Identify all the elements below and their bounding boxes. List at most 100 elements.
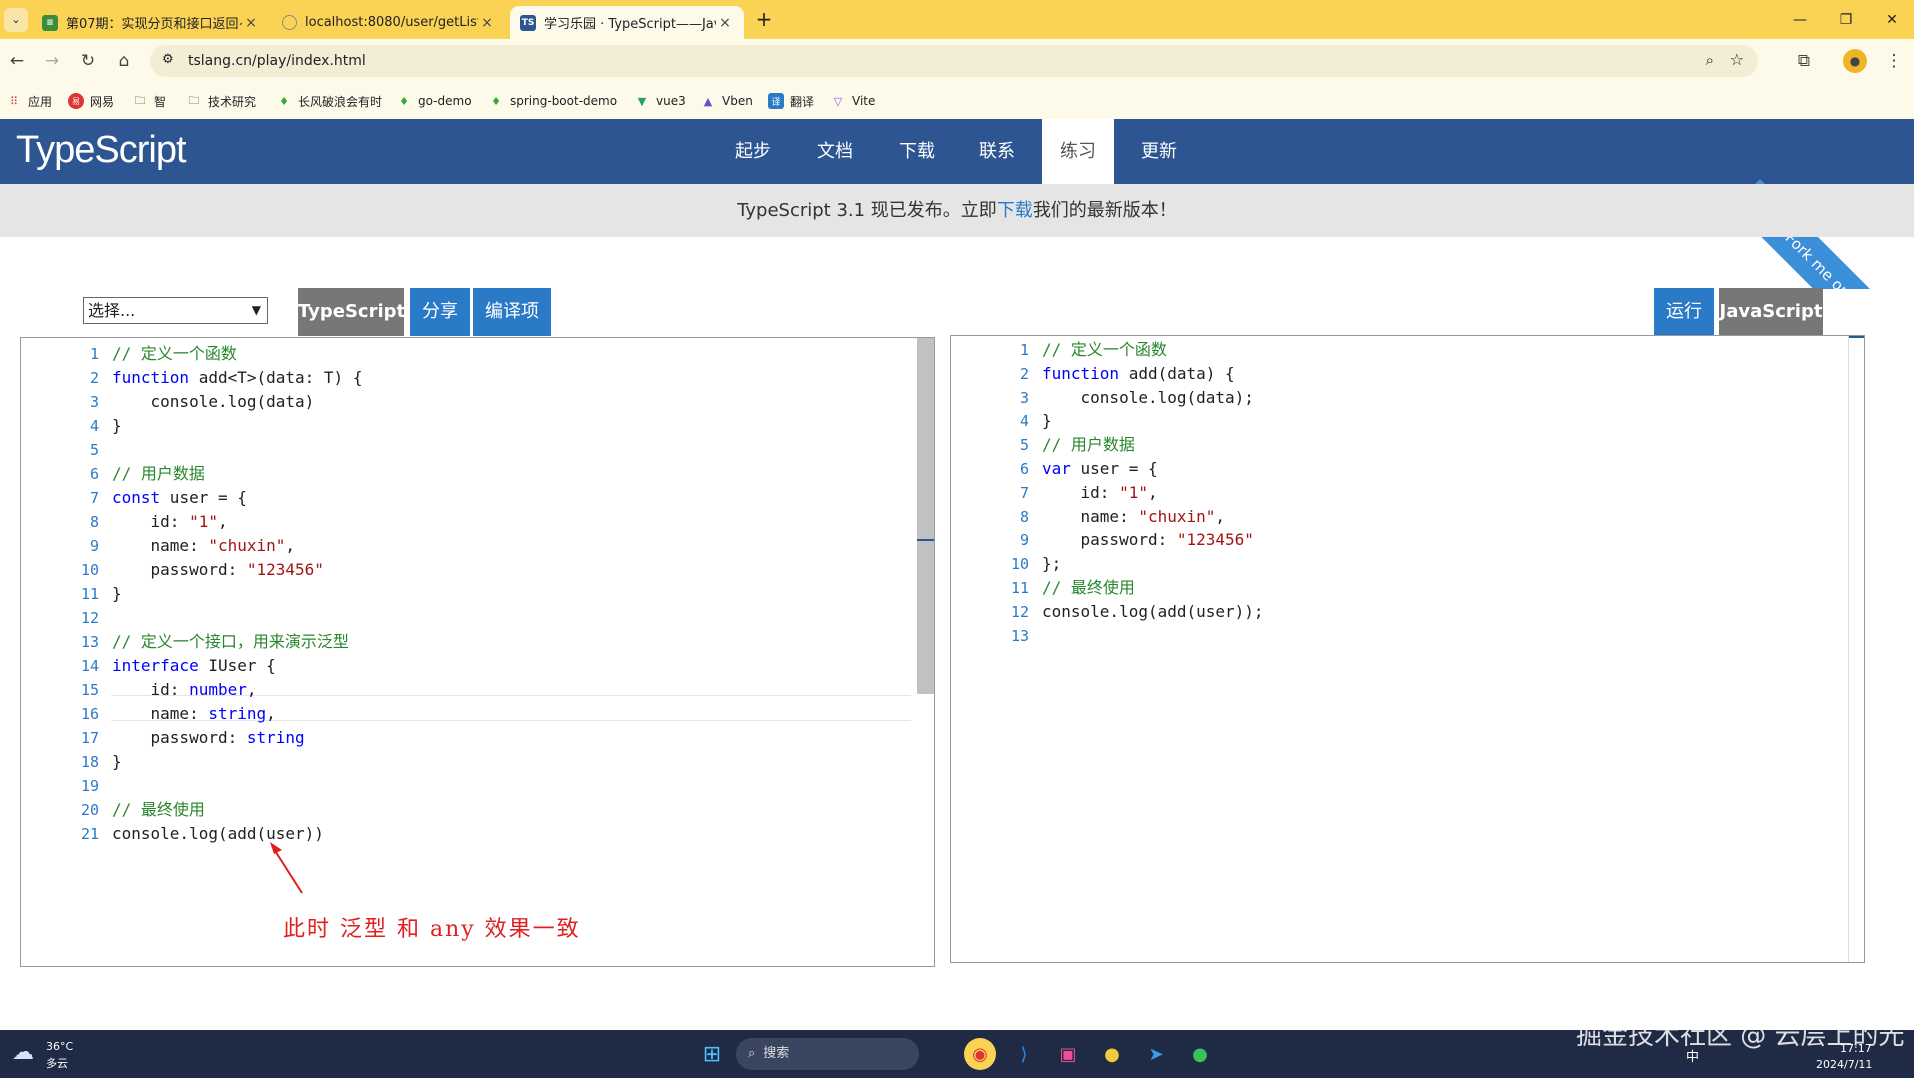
code-line: } <box>112 416 122 435</box>
scroll-marker <box>1849 336 1864 338</box>
bookmark-vben[interactable]: ▲ Vben <box>700 91 753 111</box>
vscode-icon[interactable]: ⟩ <box>1008 1038 1040 1070</box>
line-number: 8 <box>1019 507 1029 526</box>
weather-widget[interactable]: ☁ 36°C 多云 <box>12 1038 92 1070</box>
code-line: name: "chuxin", <box>1042 506 1226 526</box>
tab-3-active[interactable]: TS 学习乐园 · TypeScript——Java × <box>510 6 744 39</box>
download-link[interactable]: 下载 <box>997 200 1033 221</box>
bookmark-changfeng[interactable]: ♦ 长风破浪会有时 <box>276 91 382 111</box>
line-number: 3 <box>1019 388 1029 407</box>
bookmarks-bar: ⠿ 应用 易网易 🗀 智 🗀 技术研究 ♦ 长风破浪会有时 ♦ go-demo ♦ spri… <box>0 83 1914 119</box>
menu-icon[interactable]: ⋮ <box>1882 49 1906 73</box>
code-line: // 定义一个接口，用来演示泛型 <box>112 632 349 651</box>
line-number: 6 <box>1019 460 1029 478</box>
typescript-button[interactable]: TypeScript <box>298 288 405 336</box>
line-number: 11 <box>80 585 99 603</box>
bookmark-translate[interactable]: 译翻译 <box>768 91 814 111</box>
run-button[interactable]: 运行 <box>1654 288 1714 336</box>
minimize-button[interactable]: — <box>1780 8 1820 32</box>
example-select-value: 选择... <box>88 301 136 320</box>
nav-getting-started[interactable]: 起步 <box>718 119 788 184</box>
restore-button[interactable]: ❐ <box>1826 8 1866 32</box>
typescript-editor[interactable]: 1 2 3 4 5 6 7 8 9 10 11 12 13 14 15 16 17 18 19 20 21 // 定义一… <box>20 337 935 967</box>
taskbar-search[interactable]: ⌕ 搜索 <box>736 1038 919 1070</box>
line-number: 18 <box>80 753 99 771</box>
line-number: 20 <box>80 801 99 819</box>
site-info-icon[interactable]: ⚙ <box>162 52 174 67</box>
profile-avatar[interactable]: ● <box>1843 49 1867 73</box>
tab-list-button[interactable]: ⌄ <box>4 8 28 32</box>
reload-icon[interactable]: ↻ <box>76 49 100 73</box>
code-line: // 最终使用 <box>1042 578 1135 597</box>
annotation-text: 此时 泛型 和 any 效果一致 <box>283 917 581 942</box>
line-number: 5 <box>89 441 99 459</box>
close-tab-icon[interactable]: × <box>242 15 260 31</box>
tab-1[interactable]: ≡ 第07期：实现分页和接口返回~ × <box>32 6 270 39</box>
close-tab-icon[interactable]: × <box>716 15 734 31</box>
extensions-icon[interactable]: ⧉ <box>1792 49 1816 73</box>
start-menu-icon[interactable]: ⊞ <box>696 1038 728 1070</box>
feishu-icon[interactable]: ➤ <box>1140 1038 1172 1070</box>
weather-desc: 多云 <box>46 1057 68 1070</box>
code-line: } <box>112 584 122 603</box>
line-number: 13 <box>1010 626 1029 645</box>
browser-toolbar: ← → ↻ ⌂ ⚙ tslang.cn/play/index.html ⌕ ☆ … <box>0 39 1914 83</box>
bookmark-netease[interactable]: 易网易 <box>68 91 114 111</box>
vben-icon: ▲ <box>703 94 713 108</box>
nav-contact[interactable]: 联系 <box>962 119 1032 184</box>
zoom-icon[interactable]: ⌕ <box>1706 51 1714 69</box>
code-line: id: "1", <box>112 512 228 531</box>
translate-icon: 译 <box>768 93 784 109</box>
line-number: 11 <box>1010 579 1029 597</box>
new-tab-button[interactable]: + <box>752 7 776 31</box>
nav-updates[interactable]: 更新 <box>1124 119 1194 184</box>
typescript-logo[interactable]: TypeScript <box>16 129 187 172</box>
forward-icon[interactable]: → <box>40 49 64 73</box>
bookmark-vue3[interactable]: ▼ vue3 <box>634 91 686 111</box>
bookmark-go-demo[interactable]: ♦ go-demo <box>396 91 471 111</box>
bookmark-folder-zhi[interactable]: 🗀 智 <box>132 91 167 111</box>
back-icon[interactable]: ← <box>5 49 29 73</box>
line-number: 17 <box>80 729 99 747</box>
editor-scrollbar[interactable] <box>917 338 934 694</box>
leaf-icon: ♦ <box>399 94 409 108</box>
tab-2[interactable]: localhost:8080/user/getList?p × <box>272 6 506 39</box>
bookmark-apps[interactable]: ⠿ 应用 <box>6 91 52 111</box>
nav-download[interactable]: 下载 <box>882 119 952 184</box>
code-line: } <box>1042 411 1052 431</box>
code-line: console.log(data); <box>1042 387 1254 407</box>
line-number: 9 <box>89 537 99 555</box>
typescript-favicon-icon: TS <box>520 14 536 31</box>
line-number: 12 <box>80 609 99 627</box>
code-line: // 用户数据 <box>1042 435 1135 455</box>
close-window-button[interactable]: ✕ <box>1872 8 1912 32</box>
chevron-down-icon: ▼ <box>251 303 261 317</box>
nav-playground[interactable]: 练习 <box>1042 119 1114 184</box>
line-number: 15 <box>80 681 99 699</box>
bookmark-vite[interactable]: ▽ Vite <box>830 91 876 111</box>
javascript-button[interactable]: JavaScript <box>1719 288 1823 336</box>
output-scrollbar-track <box>1848 336 1865 962</box>
code-line: function add<T>(data: T) { <box>112 368 363 387</box>
home-icon[interactable]: ⌂ <box>112 49 136 73</box>
address-bar[interactable]: ⚙ tslang.cn/play/index.html ⌕ ☆ <box>150 45 1758 77</box>
wechat-icon[interactable]: ● <box>1184 1038 1216 1070</box>
bookmark-folder-tech[interactable]: 🗀 技术研究 <box>186 91 257 111</box>
compile-options-button[interactable]: 编译项 <box>473 288 551 336</box>
code-line: password: string <box>112 728 305 747</box>
example-select[interactable]: 选择... ▼ <box>83 297 268 324</box>
chrome-icon[interactable]: ◉ <box>964 1038 996 1070</box>
nav-docs[interactable]: 文档 <box>800 119 870 184</box>
intellij-icon[interactable]: ▣ <box>1052 1038 1084 1070</box>
code-line: } <box>112 752 122 771</box>
app-duck-icon[interactable]: ● <box>1096 1038 1128 1070</box>
code-line: id: "1", <box>1042 482 1158 502</box>
release-banner: TypeScript 3.1 现已发布。立即下载我们的最新版本！ <box>0 184 1914 237</box>
javascript-output-editor[interactable]: 1 2 3 4 5 6 7 8 9 10 11 12 13 // 定义一个函数 function add(… <box>950 335 1865 963</box>
bookmark-star-icon[interactable]: ☆ <box>1730 50 1744 69</box>
close-tab-icon[interactable]: × <box>478 15 496 31</box>
bookmark-spring-boot-demo[interactable]: ♦ spring-boot-demo <box>488 91 617 111</box>
share-button[interactable]: 分享 <box>410 288 470 336</box>
url-text: tslang.cn/play/index.html <box>188 53 366 69</box>
code-line: name: "chuxin", <box>112 536 296 555</box>
